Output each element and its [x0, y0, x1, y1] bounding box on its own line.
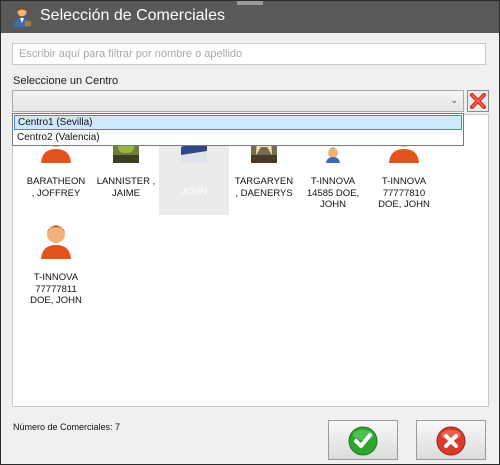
- center-option-sevilla[interactable]: Centro1 (Sevilla): [14, 115, 462, 130]
- sales-rep-name: T-INNOVA 77777810 DOE, JOHN: [378, 176, 430, 210]
- clear-center-button[interactable]: [467, 90, 489, 112]
- chevron-down-icon: ⌄: [450, 95, 458, 105]
- red-x-icon: [436, 426, 466, 456]
- sales-rep-card[interactable]: T-INNOVA 77777811 DOE, JOHN: [21, 211, 91, 311]
- accept-button[interactable]: [328, 420, 398, 460]
- center-label: Seleccione un Centro: [13, 75, 119, 87]
- red-x-icon: [470, 93, 486, 109]
- title-grip: [237, 1, 263, 5]
- sales-rep-name: BARATHEON , JOFFREY: [26, 176, 86, 199]
- sales-rep-name: JOHN: [181, 186, 207, 197]
- person-avatar-icon: [39, 221, 73, 259]
- title-bar[interactable]: Selección de Comerciales: [1, 1, 499, 33]
- sales-rep-name: T-INNOVA 14585 DOE, JOHN: [306, 176, 360, 210]
- center-select[interactable]: ⌄: [12, 90, 464, 112]
- center-option-valencia[interactable]: Centro2 (Valencia): [14, 130, 462, 145]
- window: Selección de Comerciales Seleccione un C…: [0, 0, 500, 465]
- salesperson-app-icon: [11, 6, 33, 28]
- sales-rep-grid: BARATHEON , JOFFREY LANNISTER , JAIME JO…: [12, 114, 489, 407]
- sales-rep-name: LANNISTER , JAIME: [96, 176, 156, 199]
- sales-rep-name: T-INNOVA 77777811 DOE, JOHN: [30, 272, 82, 306]
- center-dropdown-list: Centro1 (Sevilla) Centro2 (Valencia): [12, 113, 464, 146]
- green-check-icon: [348, 426, 378, 456]
- cancel-button[interactable]: [416, 420, 486, 460]
- sales-rep-name: TARGARYEN , DAENERYS: [234, 176, 294, 199]
- filter-input[interactable]: [12, 43, 486, 65]
- sales-rep-count: Número de Comerciales: 7: [13, 422, 121, 432]
- window-title: Selección de Comerciales: [40, 7, 225, 24]
